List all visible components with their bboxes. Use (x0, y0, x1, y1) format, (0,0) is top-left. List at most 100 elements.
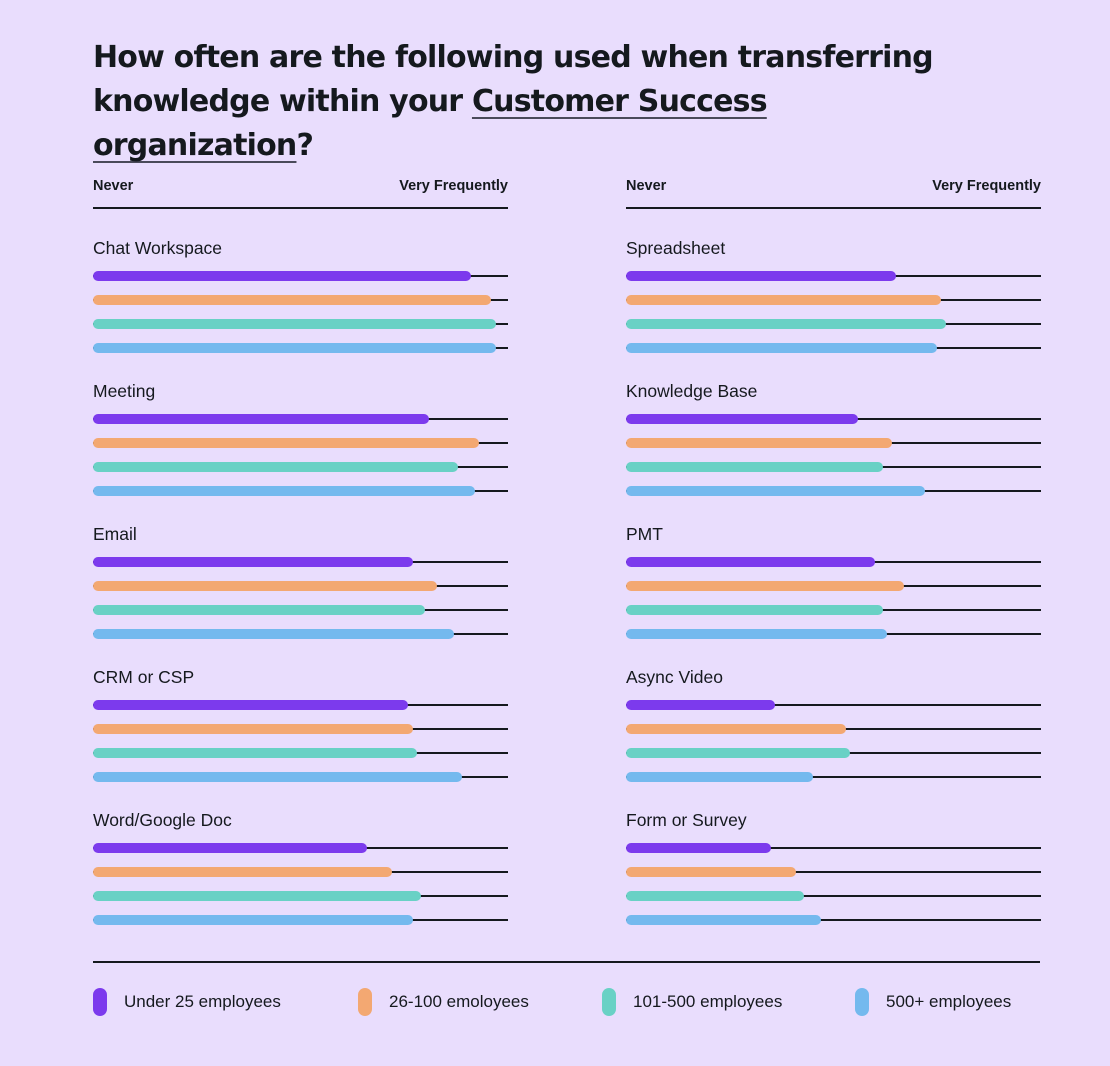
scale-track (93, 772, 508, 782)
bar (626, 867, 797, 877)
category-label: CRM or CSP (93, 667, 195, 687)
chart-title: How often are the following used when tr… (93, 36, 993, 168)
legend-swatch (602, 988, 616, 1016)
bar (626, 486, 925, 496)
bar (93, 343, 496, 353)
scale-track (93, 748, 508, 758)
scale-track (93, 271, 508, 281)
scale-track (93, 557, 508, 567)
scale-track (626, 748, 1041, 758)
legend-item-500-plus: 500+ employees (855, 988, 1011, 1016)
bar (93, 581, 438, 591)
scale-track (626, 581, 1041, 591)
scale-min-label: Never (93, 178, 134, 194)
scale-track (626, 724, 1041, 734)
scale-track (93, 629, 508, 639)
scale-track (626, 295, 1041, 305)
bar (93, 486, 475, 496)
scale-track (626, 605, 1041, 615)
scale-track (626, 414, 1041, 424)
bar (93, 271, 471, 281)
bar (626, 843, 772, 853)
scale-track (626, 271, 1041, 281)
scale-track (626, 319, 1041, 329)
bar (626, 891, 805, 901)
scale-track (93, 295, 508, 305)
bar (626, 772, 813, 782)
legend-item-under-25: Under 25 employees (93, 988, 281, 1016)
bar (93, 438, 479, 448)
scale-rule (626, 207, 1041, 209)
scale-track (93, 915, 508, 925)
scale-header: Never Very Frequently (626, 178, 1041, 198)
scale-track (93, 462, 508, 472)
legend-label: Under 25 employees (124, 992, 281, 1011)
scale-rule (93, 207, 508, 209)
bar (93, 915, 413, 925)
bar (626, 343, 938, 353)
bar (93, 843, 367, 853)
bar (93, 748, 417, 758)
bar (626, 629, 888, 639)
scale-track (626, 843, 1041, 853)
scale-track (93, 724, 508, 734)
scale-track (93, 414, 508, 424)
scale-max-label: Very Frequently (932, 178, 1041, 194)
scale-track (626, 343, 1041, 353)
scale-track (626, 915, 1041, 925)
bar (93, 605, 425, 615)
bar (93, 891, 421, 901)
category-label: PMT (626, 524, 663, 544)
legend-swatch (855, 988, 869, 1016)
category-label: Meeting (93, 381, 156, 401)
bar (93, 414, 430, 424)
category-label: Word/Google Doc (93, 810, 232, 830)
category-label: Knowledge Base (626, 381, 758, 401)
bar (626, 438, 892, 448)
bar (93, 629, 455, 639)
legend-swatch (93, 988, 107, 1016)
scale-track (93, 343, 508, 353)
bar (626, 700, 776, 710)
title-suffix: ? (296, 128, 314, 163)
bar (93, 462, 459, 472)
scale-track (93, 867, 508, 877)
scale-track (626, 772, 1041, 782)
legend-item-26-100: 26-100 emoloyees (358, 988, 529, 1016)
bar (626, 605, 884, 615)
bar (626, 414, 859, 424)
legend-label: 500+ employees (886, 992, 1012, 1011)
scale-track (626, 438, 1041, 448)
chart-panel-left: Never Very Frequently Chat Workspace Meet… (93, 178, 508, 925)
bar (626, 271, 896, 281)
bar (93, 319, 496, 329)
scale-max-label: Very Frequently (399, 178, 508, 194)
bar (93, 867, 392, 877)
scale-track (93, 700, 508, 710)
bar (93, 295, 492, 305)
legend-label: 26-100 emoloyees (389, 992, 529, 1011)
bar (93, 557, 413, 567)
category-label: Async Video (626, 667, 723, 687)
bar (626, 295, 942, 305)
scale-track (93, 843, 508, 853)
bar (93, 700, 409, 710)
bar (93, 724, 413, 734)
scale-track (93, 891, 508, 901)
scale-header: Never Very Frequently (93, 178, 508, 198)
scale-min-label: Never (626, 178, 667, 194)
category-label: Spreadsheet (626, 238, 726, 258)
bar (626, 748, 851, 758)
scale-track (93, 486, 508, 496)
legend-swatch (358, 988, 372, 1016)
bar (626, 724, 846, 734)
scale-track (626, 462, 1041, 472)
bar (626, 462, 884, 472)
legend: Under 25 employees 26-100 emoloyees 101-… (93, 988, 1040, 1016)
bar (626, 915, 822, 925)
scale-track (626, 486, 1041, 496)
category-label: Email (93, 524, 137, 544)
legend-item-101-500: 101-500 employees (602, 988, 782, 1016)
bar (626, 319, 946, 329)
scale-track (626, 867, 1041, 877)
